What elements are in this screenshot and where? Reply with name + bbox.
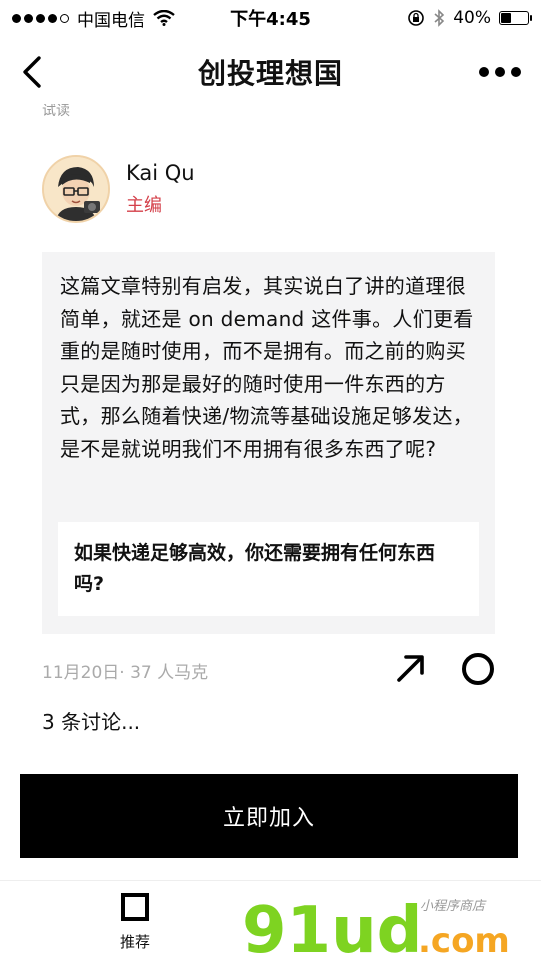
more-dot-icon [511,67,521,77]
nav-bar: 创投理想国 [0,36,541,108]
battery-icon [499,11,532,25]
page-title: 创投理想国 [197,57,343,90]
carrier-name: 中国电信 [77,10,145,31]
post-card[interactable]: 这篇文章特别有启发，其实说白了讲的道理很简单，就还是 on demand 这件事… [42,252,495,634]
mark-circle-icon[interactable] [462,653,494,685]
more-dot-icon [479,67,489,77]
discussion-link[interactable]: 3 条讨论... [42,706,140,735]
author-header[interactable]: Kai Qu 主编 [42,155,195,223]
battery-level [501,13,512,23]
author-info: Kai Qu 主编 [126,161,195,217]
avatar[interactable] [42,155,110,223]
signal-strength-icon [12,13,69,23]
bluetooth-icon [434,9,445,27]
post-meta-row: 11月20日· 37 人马克 [42,652,502,688]
avatar-illustration-icon [44,157,108,221]
trial-read-label: 试读 [42,104,70,119]
author-name[interactable]: Kai Qu [126,161,195,185]
battery-percent: 40% [453,8,491,28]
quoted-question-card[interactable]: 如果快递足够高效，你还需要拥有任何东西吗? [58,522,479,616]
square-icon [121,893,149,921]
join-button[interactable]: 立即加入 [20,774,518,858]
back-button[interactable] [14,52,50,92]
post-body: 这篇文章特别有启发，其实说白了讲的道理很简单，就还是 on demand 这件事… [60,274,474,461]
watermark-suffix: .com [418,921,510,960]
watermark-tagline: 小程序商店 [420,899,487,914]
more-button[interactable] [479,62,521,82]
status-left: 中国电信 [12,6,175,31]
status-right: 40% [407,8,532,28]
wifi-icon [153,10,175,26]
post-date-and-marks: 11月20日· 37 人马克 [42,662,209,683]
chevron-left-icon [23,56,41,88]
watermark-brand: 91ud [242,894,422,960]
orientation-lock-icon [408,10,425,26]
tab-recommend-label: 推荐 [119,933,150,951]
author-role-badge: 主编 [126,195,162,216]
watermark-logo: 91ud .com 小程序商店 [242,894,510,960]
more-dot-icon [495,67,505,77]
status-bar: 中国电信 下午4:45 40% [0,0,541,36]
tab-recommend[interactable]: 推荐 [100,893,170,952]
quoted-question-text: 如果快递足够高效，你还需要拥有任何东西吗? [74,542,436,595]
share-arrow-icon[interactable] [395,652,427,684]
